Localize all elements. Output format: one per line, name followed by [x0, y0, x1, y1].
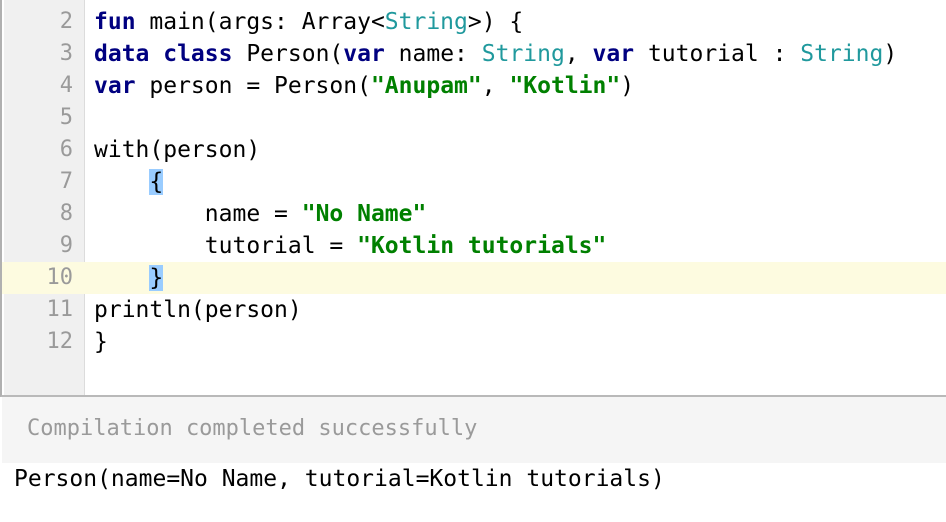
code-token: ) — [620, 73, 635, 99]
code-text[interactable]: fun main(args: Array<String>) { — [94, 6, 523, 38]
code-token: ) — [883, 41, 898, 67]
matched-brace: } — [149, 265, 164, 291]
code-line[interactable]: 11 println(person) — [2, 294, 946, 326]
code-token: fun — [94, 9, 136, 35]
code-text[interactable]: data class Person(var name: String, var … — [94, 38, 897, 70]
code-token: "Kotlin" — [509, 73, 621, 99]
code-line[interactable]: 12} — [2, 326, 946, 358]
line-number: 7 — [59, 169, 73, 194]
line-number: 12 — [46, 329, 74, 354]
code-token: , — [481, 73, 510, 99]
code-token: with(person) — [94, 137, 261, 163]
code-token: var — [592, 41, 635, 67]
console-panel: Compilation completed successfully Perso… — [0, 397, 946, 522]
code-line[interactable]: 9 tutorial = "Kotlin tutorials" — [2, 230, 946, 262]
line-number: 11 — [46, 297, 74, 322]
code-token: "Kotlin tutorials" — [357, 233, 607, 259]
code-token: person = Person( — [135, 73, 371, 99]
code-token: } — [94, 329, 108, 355]
code-line[interactable]: 4 var person = Person("Anupam", "Kotlin") — [2, 70, 946, 102]
code-text[interactable]: println(person) — [94, 294, 302, 326]
compilation-status-bar: Compilation completed successfully — [2, 397, 946, 463]
line-number: 4 — [59, 73, 73, 98]
code-token: Person( — [232, 41, 344, 67]
code-line[interactable]: 7 { — [2, 166, 946, 198]
compilation-status: Compilation completed successfully — [27, 416, 478, 441]
code-text[interactable]: } — [94, 262, 164, 294]
line-number: 3 — [59, 41, 73, 66]
code-line[interactable]: 6 with(person) — [2, 134, 946, 166]
code-line[interactable]: 2 fun main(args: Array<String>) { — [2, 6, 946, 38]
code-line[interactable]: 10 } — [2, 262, 946, 294]
code-line[interactable]: 3 data class Person(var name: String, var… — [2, 38, 946, 70]
line-number: 10 — [46, 265, 74, 290]
line-number: 6 — [59, 137, 73, 162]
code-token: name: — [384, 41, 482, 67]
code-token: String — [481, 41, 565, 67]
code-line[interactable]: 8 name = "No Name" — [2, 198, 946, 230]
code-token: println(person) — [94, 297, 302, 323]
code-token: main(args: Array< — [135, 9, 385, 35]
line-number: 9 — [59, 233, 73, 258]
code-token: data class — [94, 41, 233, 67]
code-line[interactable]: 5 — [2, 102, 946, 134]
code-token: , — [564, 41, 593, 67]
program-output: Person(name=No Name, tutorial=Kotlin tut… — [14, 466, 665, 492]
code-text[interactable]: tutorial = "Kotlin tutorials" — [94, 230, 607, 262]
line-number: 2 — [59, 9, 73, 34]
code-text[interactable]: { — [94, 166, 164, 198]
code-token: "No Name" — [301, 201, 427, 227]
code-editor[interactable]: 2 fun main(args: Array<String>) {3 data cl… — [0, 0, 946, 397]
code-text[interactable]: } — [94, 326, 108, 358]
code-token: String — [800, 41, 884, 67]
code-text[interactable]: var person = Person("Anupam", "Kotlin") — [94, 70, 634, 102]
code-token: var — [94, 73, 136, 99]
line-number: 8 — [59, 201, 73, 226]
code-token: var — [343, 41, 385, 67]
code-token: "Anupam" — [370, 73, 482, 99]
code-token: tutorial : — [634, 41, 801, 67]
code-token: tutorial = — [94, 233, 358, 259]
code-text[interactable]: with(person) — [94, 134, 260, 166]
code-token: name = — [94, 201, 302, 227]
matched-brace: { — [149, 169, 164, 195]
line-number: 5 — [59, 105, 73, 130]
code-token: >) { — [467, 9, 524, 35]
code-text[interactable]: name = "No Name" — [94, 198, 427, 230]
code-token: String — [384, 9, 468, 35]
